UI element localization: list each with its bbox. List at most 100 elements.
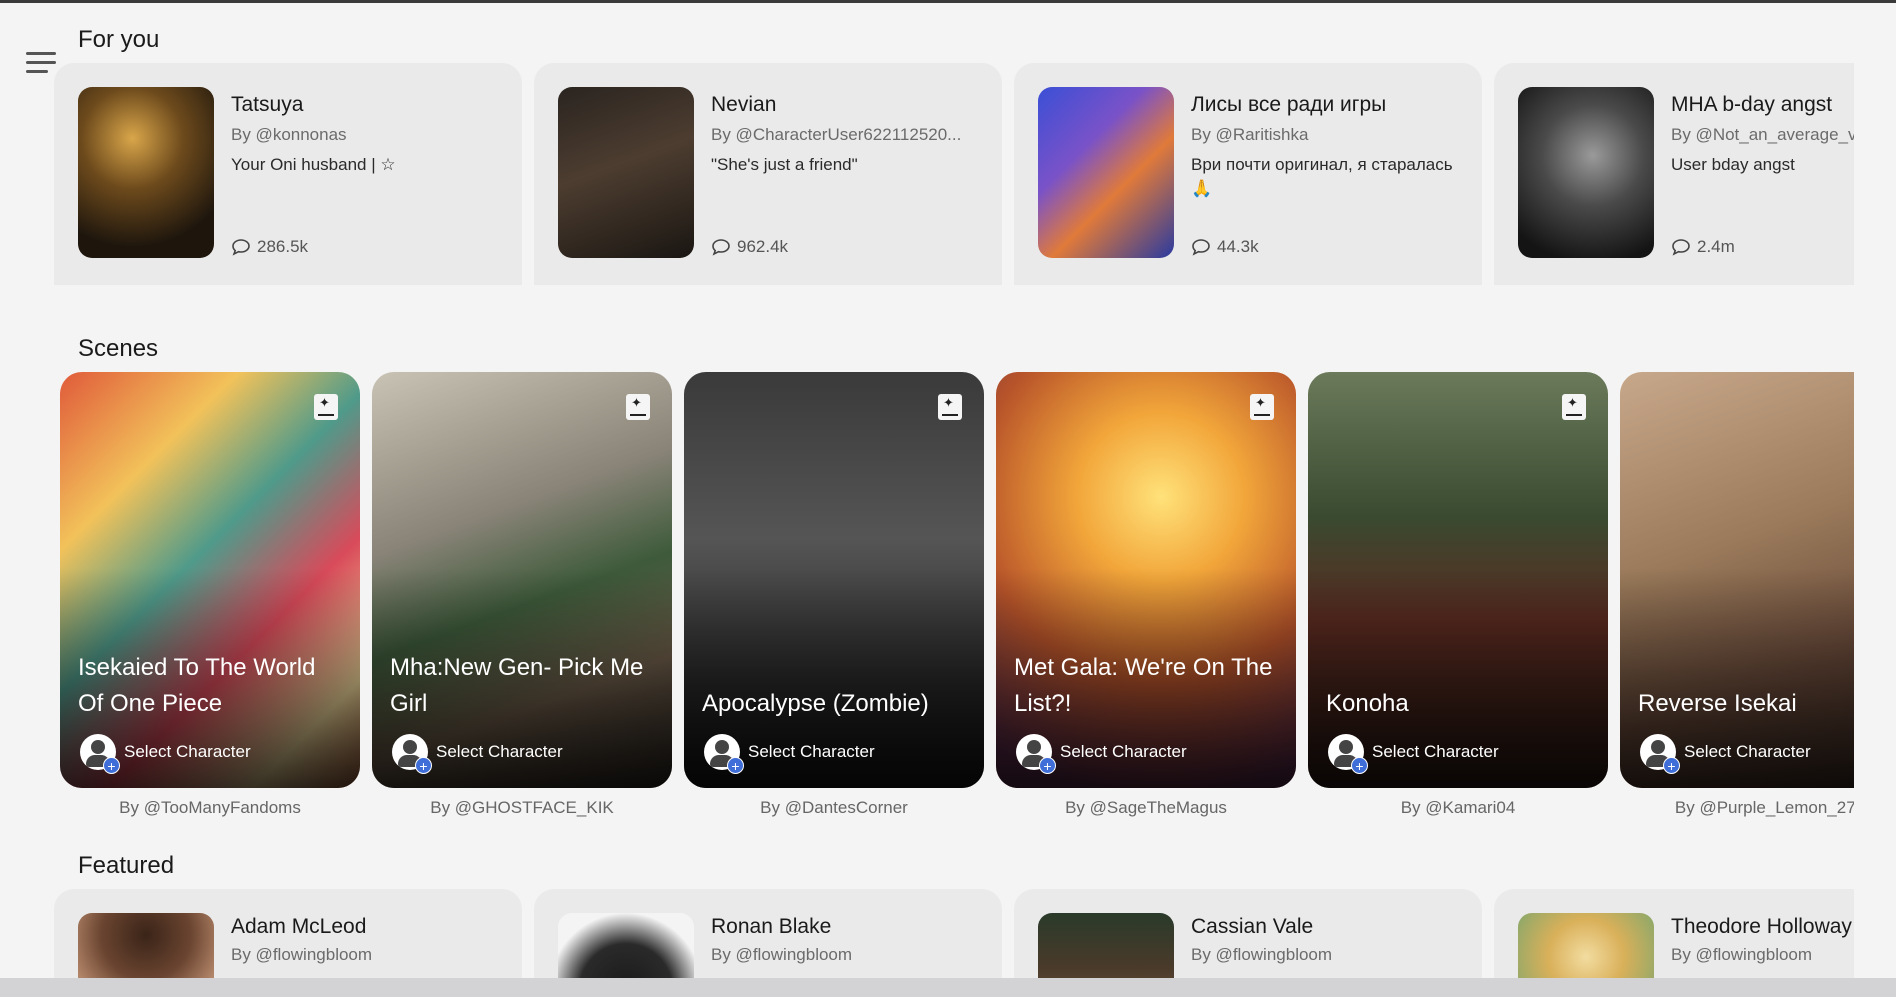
character-card[interactable]: Tatsuya By @konnonas Your Oni husband | … [54, 63, 522, 285]
section-title-for-you: For you [78, 26, 160, 53]
character-name: Nevian [711, 93, 777, 116]
add-user-icon: + [1016, 734, 1056, 774]
scene-item: Met Gala: We're On The List?! + Select C… [996, 372, 1296, 818]
scene-item: Apocalypse (Zombie) + Select Character B… [684, 372, 984, 818]
select-character-button[interactable]: + Select Character [392, 734, 563, 774]
scene-item: Reverse Isekai + Select Character By @Pu… [1620, 372, 1854, 818]
character-name: MHA b-day angst [1671, 93, 1833, 116]
add-user-icon: + [392, 734, 432, 774]
character-description: Your Oni husband | ☆ [231, 155, 396, 174]
window-top-border [0, 0, 1896, 3]
scene-badge-icon [1250, 394, 1274, 420]
chat-bubble-icon [232, 239, 250, 256]
character-name: Adam McLeod [231, 915, 367, 938]
scene-card[interactable]: Reverse Isekai + Select Character [1620, 372, 1854, 788]
add-user-icon: + [1640, 734, 1680, 774]
scene-author[interactable]: By @DantesCorner [684, 798, 984, 818]
character-author[interactable]: By @flowingbloom [1671, 945, 1812, 965]
section-title-scenes: Scenes [78, 335, 159, 362]
character-name: Theodore Holloway [1671, 915, 1852, 938]
character-card[interactable]: MHA b-day angst By @Not_an_average_v Use… [1494, 63, 1854, 285]
character-name: Cassian Vale [1191, 915, 1314, 938]
featured-character-card[interactable]: Theodore Holloway By @flowingbloom [1494, 889, 1854, 978]
featured-character-card[interactable]: Ronan Blake By @flowingbloom [534, 889, 1002, 978]
chat-count: 44.3k [1191, 237, 1259, 257]
chat-count: 962.4k [711, 237, 788, 257]
scene-item: Isekaied To The World Of One Piece + Sel… [60, 372, 360, 818]
character-author[interactable]: By @CharacterUser622112520... [711, 125, 983, 145]
scene-badge-icon [938, 394, 962, 420]
scene-card[interactable]: Met Gala: We're On The List?! + Select C… [996, 372, 1296, 788]
scene-title: Apocalypse (Zombie) [702, 690, 929, 717]
character-avatar [1518, 87, 1654, 258]
scene-item: Mha:New Gen- Pick Me Girl + Select Chara… [372, 372, 672, 818]
character-avatar [78, 913, 214, 978]
scene-title: Mha:New Gen- Pick Me Girl [390, 654, 644, 717]
add-user-icon: + [1328, 734, 1368, 774]
horizontal-scrollbar[interactable] [0, 978, 1896, 997]
character-author[interactable]: By @flowingbloom [1191, 945, 1332, 965]
select-character-label: Select Character [1060, 742, 1187, 761]
scene-title: Met Gala: We're On The List?! [1014, 654, 1273, 717]
chat-count-value: 44.3k [1217, 237, 1259, 256]
chat-count-value: 2.4m [1697, 237, 1735, 256]
select-character-button[interactable]: + Select Character [704, 734, 875, 774]
scene-card[interactable]: Konoha + Select Character [1308, 372, 1608, 788]
character-name: Лисы все ради игры [1191, 93, 1387, 116]
character-avatar [78, 87, 214, 258]
scene-author[interactable]: By @Purple_Lemon_276 [1620, 798, 1854, 818]
character-name: Ronan Blake [711, 915, 832, 938]
scene-author[interactable]: By @SageTheMagus [996, 798, 1296, 818]
character-author[interactable]: By @Raritishka [1191, 125, 1463, 145]
character-avatar [558, 913, 694, 978]
select-character-button[interactable]: + Select Character [1016, 734, 1187, 774]
scene-title: Konoha [1326, 690, 1409, 717]
select-character-button[interactable]: + Select Character [80, 734, 251, 774]
scene-badge-icon [626, 394, 650, 420]
scene-title: Reverse Isekai [1638, 690, 1797, 717]
character-avatar [1038, 913, 1174, 978]
scene-card[interactable]: Isekaied To The World Of One Piece + Sel… [60, 372, 360, 788]
featured-carousel: Adam McLeod By @flowingbloom Ronan Blake… [54, 889, 1854, 978]
character-avatar [558, 87, 694, 258]
character-author[interactable]: By @flowingbloom [711, 945, 852, 965]
scene-card[interactable]: Mha:New Gen- Pick Me Girl + Select Chara… [372, 372, 672, 788]
scenes-carousel: Isekaied To The World Of One Piece + Sel… [60, 372, 1854, 822]
character-name: Tatsuya [231, 93, 304, 116]
character-author[interactable]: By @flowingbloom [231, 945, 372, 965]
character-avatar [1038, 87, 1174, 258]
add-user-icon: + [704, 734, 744, 774]
select-character-label: Select Character [436, 742, 563, 761]
character-card[interactable]: Nevian By @CharacterUser622112520... "Sh… [534, 63, 1002, 285]
scene-author[interactable]: By @TooManyFandoms [60, 798, 360, 818]
add-user-icon: + [80, 734, 120, 774]
featured-character-card[interactable]: Cassian Vale By @flowingbloom [1014, 889, 1482, 978]
scene-card[interactable]: Apocalypse (Zombie) + Select Character [684, 372, 984, 788]
chat-count-value: 962.4k [737, 237, 789, 256]
section-title-featured: Featured [78, 852, 175, 879]
for-you-carousel: Tatsuya By @konnonas Your Oni husband | … [54, 63, 1854, 285]
chat-bubble-icon [1192, 239, 1210, 256]
scene-item: Konoha + Select Character By @Kamari04 [1308, 372, 1608, 818]
character-author[interactable]: By @Not_an_average_v [1671, 125, 1854, 145]
character-description: User bday angst [1671, 155, 1795, 174]
select-character-label: Select Character [1372, 742, 1499, 761]
select-character-button[interactable]: + Select Character [1328, 734, 1499, 774]
character-author[interactable]: By @konnonas [231, 125, 503, 145]
scene-badge-icon [314, 394, 338, 420]
scene-author[interactable]: By @Kamari04 [1308, 798, 1608, 818]
character-card[interactable]: Лисы все ради игры By @Raritishka Ври по… [1014, 63, 1482, 285]
chat-bubble-icon [1672, 239, 1690, 256]
chat-count: 2.4m [1671, 237, 1735, 257]
scene-title: Isekaied To The World Of One Piece [78, 654, 316, 717]
scene-author[interactable]: By @GHOSTFACE_KIK [372, 798, 672, 818]
chat-count: 286.5k [231, 237, 308, 257]
character-avatar [1518, 913, 1654, 978]
select-character-label: Select Character [1684, 742, 1811, 761]
select-character-button[interactable]: + Select Character [1640, 734, 1811, 774]
featured-character-card[interactable]: Adam McLeod By @flowingbloom [54, 889, 522, 978]
chat-count-value: 286.5k [257, 237, 309, 256]
select-character-label: Select Character [124, 742, 251, 761]
character-description: Ври почти оригинал, я старалась🙏 [1191, 155, 1453, 198]
chat-bubble-icon [712, 239, 730, 256]
